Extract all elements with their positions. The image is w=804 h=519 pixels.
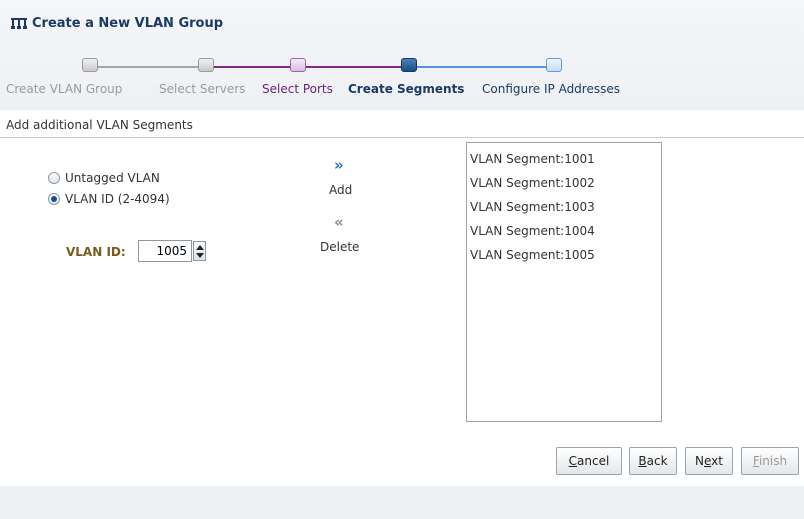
back-button[interactable]: Back [629,447,677,475]
untagged-vlan-radio[interactable] [48,172,60,184]
dialog-title-text: Create a New VLAN Group [32,15,224,31]
footer-band [0,486,804,519]
train-stop-select-ports[interactable] [290,58,306,72]
vlan-id-input[interactable]: 1005 [138,240,192,262]
untagged-vlan-option[interactable]: Untagged VLAN [48,171,160,185]
stepper-down-icon[interactable] [196,253,204,258]
list-item[interactable]: VLAN Segment:1004 [467,219,661,243]
vlan-id-option-label[interactable]: VLAN ID (2-4094) [65,192,170,206]
vlan-id-stepper[interactable] [193,241,206,261]
cancel-button[interactable]: Cancel [556,447,622,475]
step-create-segments: Create Segments [348,82,465,96]
list-item[interactable]: VLAN Segment:1001 [467,147,661,171]
train-connector [214,66,300,68]
list-item[interactable]: VLAN Segment:1005 [467,243,661,267]
train-stop-create-segments [401,58,417,72]
network-icon [11,18,27,29]
train-connector [416,66,550,68]
delete-button[interactable]: Delete [320,240,359,254]
untagged-vlan-label[interactable]: Untagged VLAN [65,171,160,185]
finish-button: Finish [741,447,799,475]
train-connector [306,66,402,68]
train-connector [96,66,200,68]
train-stop-configure-ip [546,58,562,72]
step-select-servers[interactable]: Select Servers [159,82,245,96]
double-chevron-left-icon[interactable]: « [334,214,344,230]
list-item[interactable]: VLAN Segment:1003 [467,195,661,219]
dialog-title: Create a New VLAN Group [10,14,223,32]
stepper-up-icon[interactable] [196,245,204,250]
double-chevron-right-icon[interactable]: » [334,157,344,173]
train-stop-create-vlan-group[interactable] [82,58,98,72]
step-create-vlan-group[interactable]: Create VLAN Group [6,82,122,96]
next-button[interactable]: Next [685,447,733,475]
add-button[interactable]: Add [329,183,352,197]
vlan-id-option[interactable]: VLAN ID (2-4094) [48,192,170,206]
train-stop-select-servers[interactable] [198,58,214,72]
vlan-id-radio[interactable] [48,193,60,205]
step-select-ports[interactable]: Select Ports [262,82,333,96]
section-divider [0,137,804,138]
vlan-id-label: VLAN ID: [66,245,126,259]
section-title: Add additional VLAN Segments [6,118,193,132]
segments-listbox[interactable]: VLAN Segment:1001 VLAN Segment:1002 VLAN… [466,142,662,422]
step-configure-ip-addresses: Configure IP Addresses [482,82,620,96]
wizard-train: Create VLAN Group Select Servers Select … [0,58,804,98]
list-item[interactable]: VLAN Segment:1002 [467,171,661,195]
